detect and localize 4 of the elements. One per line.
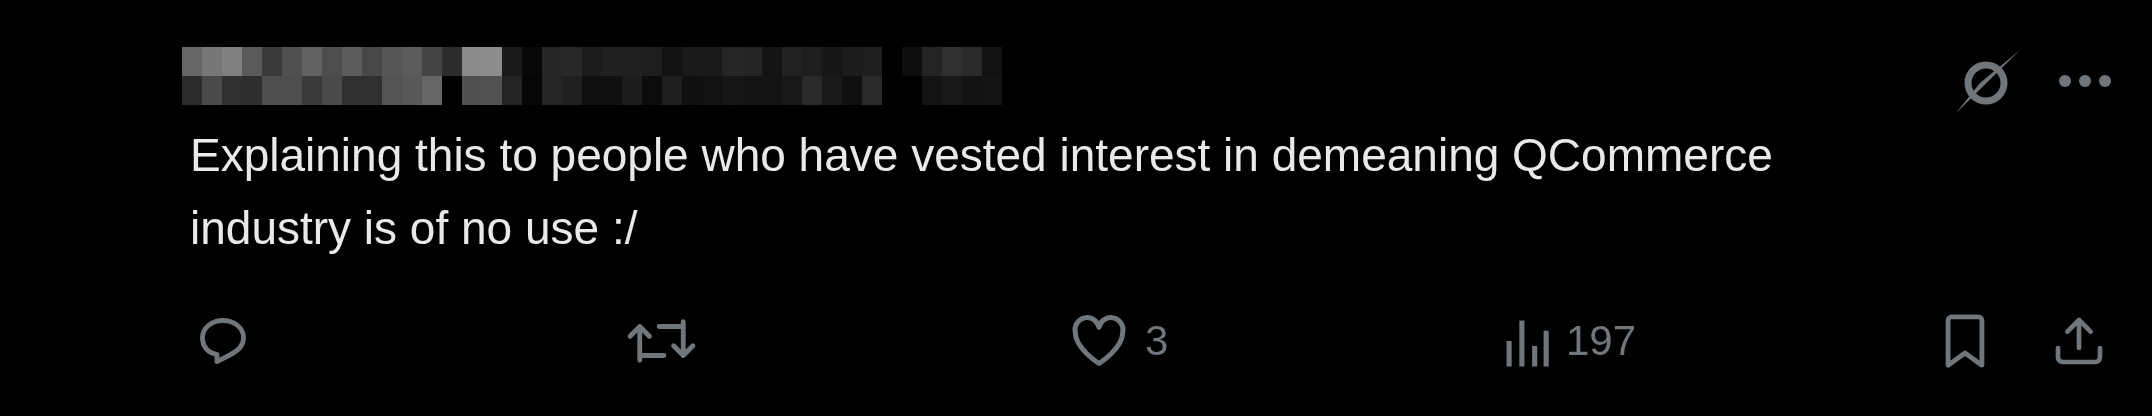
more-icon[interactable] — [2058, 74, 2112, 88]
count-label: 3 — [1145, 316, 1169, 366]
count-label: 197 — [1566, 316, 1637, 366]
post-text: Explaining this to people who have vested interest in demeaning QCommerce industry is of no use :/ — [190, 128, 1774, 256]
